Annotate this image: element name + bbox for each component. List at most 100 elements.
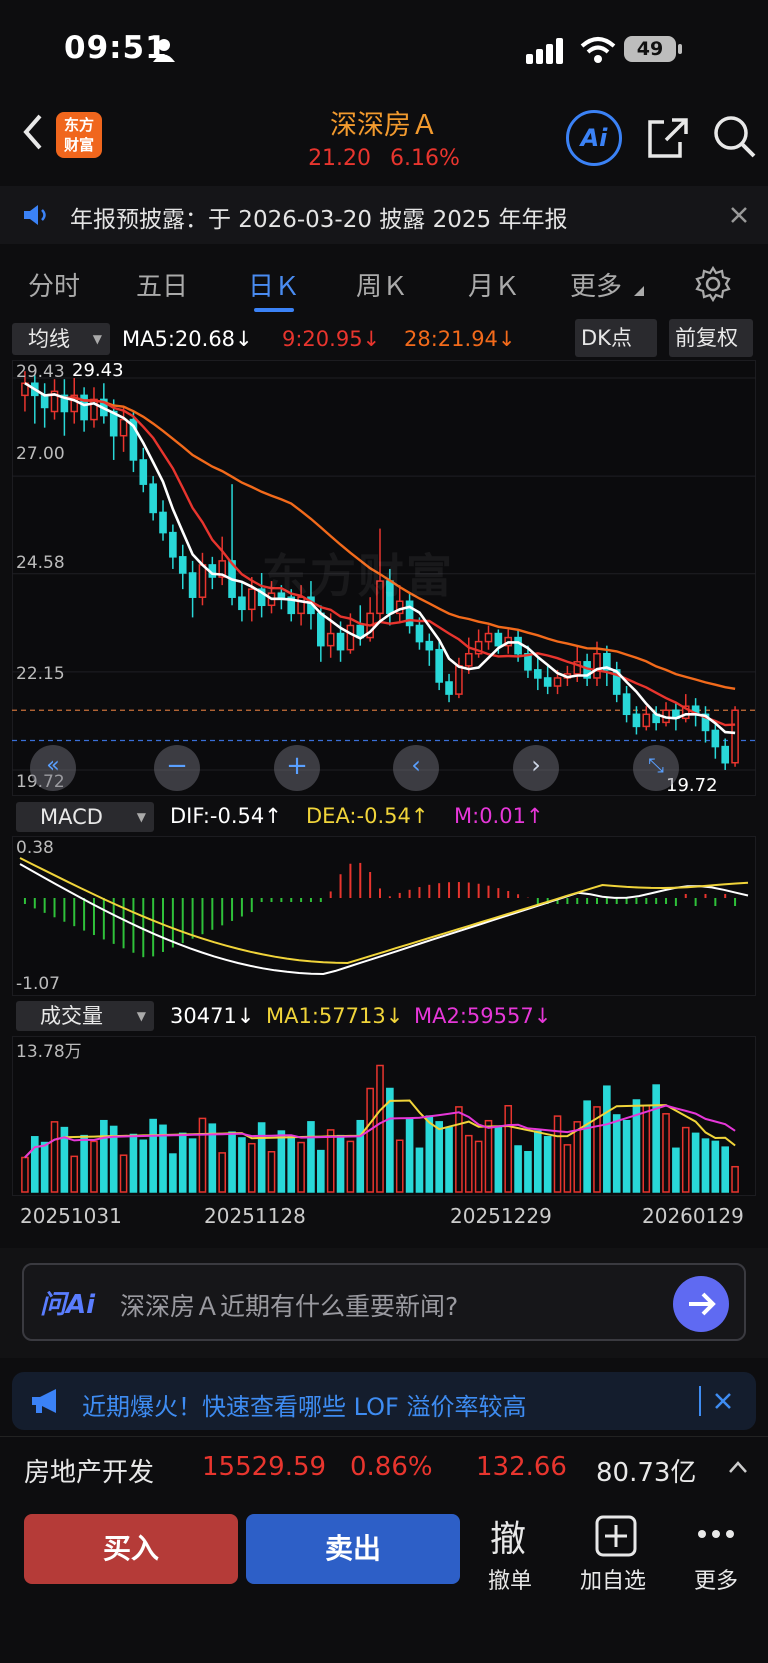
add-watchlist-label[interactable]: 加自选: [580, 1563, 646, 1595]
scroll-right-button[interactable]: ›: [513, 745, 559, 791]
macd-y-top: 0.38: [16, 838, 54, 858]
sector-pct: 0.86%: [350, 1452, 433, 1482]
ma28-value: 28:21.94↓: [404, 327, 516, 351]
close-icon[interactable]: [730, 206, 748, 224]
ai-button[interactable]: Ai: [566, 110, 622, 166]
zoom-out-button[interactable]: −: [154, 745, 200, 791]
macd-dea: DEA:-0.54↑: [306, 804, 429, 828]
volume-bar: [287, 1136, 296, 1193]
close-icon[interactable]: [714, 1392, 732, 1410]
volume-bar: [395, 1139, 404, 1193]
buy-button[interactable]: 买入: [24, 1514, 238, 1584]
candle-body: [484, 632, 493, 643]
ask-ai-input[interactable]: 深深房Ａ近期有什么重要新闻?: [120, 1287, 458, 1323]
zoom-in-button[interactable]: +: [274, 745, 320, 791]
cancel-order-label[interactable]: 撤单: [488, 1563, 532, 1595]
volume-bar: [612, 1114, 621, 1193]
candle-body: [159, 511, 167, 534]
volume-bar: [346, 1140, 355, 1193]
dropdown-arrow-icon: ▼: [136, 810, 146, 824]
chevron-left-icon: ‹: [411, 751, 421, 779]
more-label[interactable]: 更多: [694, 1563, 738, 1595]
stock-change-pct: 6.16%: [390, 146, 460, 171]
tab-daily-k[interactable]: 日Ｋ: [248, 266, 300, 303]
volume-bar: [691, 1132, 700, 1193]
y-label-3: 24.58: [16, 553, 65, 573]
dk-point-button[interactable]: DK点: [575, 319, 657, 357]
volume-bar: [169, 1153, 177, 1193]
volume-bar: [228, 1131, 236, 1193]
volume-bar: [464, 1134, 473, 1193]
volume-bar: [553, 1115, 562, 1193]
volume-bar: [238, 1137, 246, 1193]
sell-button[interactable]: 卖出: [246, 1514, 460, 1584]
settings-icon[interactable]: [695, 266, 731, 302]
volume-bar: [681, 1126, 690, 1193]
volume-bar: [149, 1118, 157, 1193]
ma5-value: MA5:20.68↓: [122, 327, 253, 351]
volume-bar: [563, 1144, 572, 1193]
search-icon[interactable]: [712, 114, 758, 160]
volume-bar: [425, 1115, 434, 1193]
volume-bar: [415, 1147, 424, 1193]
sector-amount: 80.73亿: [596, 1458, 697, 1488]
fullscreen-button[interactable]: ⤡: [633, 745, 679, 791]
candle-body: [711, 729, 720, 748]
volume-bar: [317, 1149, 325, 1193]
volume-bar: [218, 1152, 226, 1193]
volume-bar: [445, 1126, 453, 1193]
volume-bar: [662, 1113, 670, 1193]
cancel-order-icon[interactable]: 撤: [490, 1510, 526, 1562]
volume-select[interactable]: 成交量 ▼: [16, 1001, 154, 1031]
macd-svg: [19, 857, 749, 976]
candle-body: [543, 677, 552, 687]
macd-select[interactable]: MACD ▼: [16, 802, 154, 832]
add-watchlist-icon[interactable]: [594, 1514, 638, 1558]
candle-body: [553, 677, 562, 687]
ma9-value: 9:20.95↓: [282, 327, 381, 351]
volume-bar: [336, 1134, 345, 1193]
tab-five-day[interactable]: 五日: [136, 266, 188, 303]
volume-bar: [366, 1087, 374, 1193]
candle-body: [534, 669, 542, 679]
chevron-up-icon[interactable]: [728, 1460, 748, 1474]
speaker-icon: [24, 205, 46, 225]
promo-text: 近期爆火！快速查看哪些 LOF 溢价率较高: [82, 1393, 527, 1421]
tab-intraday[interactable]: 分时: [28, 266, 80, 303]
tab-monthly-k[interactable]: 月Ｋ: [468, 266, 520, 303]
candle-body: [445, 681, 453, 695]
ask-ai-send-button[interactable]: [673, 1276, 729, 1332]
megaphone-icon: [32, 1389, 56, 1413]
active-tab-indicator: [254, 308, 294, 312]
adjust-button[interactable]: 前复权: [669, 319, 753, 357]
tab-more[interactable]: 更多: [570, 266, 622, 303]
volume-bar: [731, 1165, 739, 1193]
scroll-left-button[interactable]: ‹: [393, 745, 439, 791]
candle-body: [731, 709, 739, 764]
volume-bar: [711, 1140, 720, 1193]
candle-body: [317, 612, 325, 647]
indicator-select[interactable]: 均线 ▼: [12, 323, 110, 355]
share-icon[interactable]: [646, 116, 690, 160]
volume-bar: [277, 1130, 286, 1193]
volume-bar: [405, 1118, 414, 1193]
volume-bar: [119, 1154, 128, 1193]
volume-bar: [198, 1117, 207, 1193]
volume-bar: [435, 1121, 443, 1193]
candle-body: [346, 624, 355, 651]
candle-body: [149, 483, 157, 514]
tab-weekly-k[interactable]: 周Ｋ: [356, 266, 408, 303]
scroll-left-fast-button[interactable]: «: [30, 745, 76, 791]
battery-level: 49: [636, 38, 664, 60]
volume-bar: [80, 1134, 88, 1193]
stock-price: 21.20: [308, 146, 372, 171]
candle-body: [139, 459, 148, 485]
sector-name: 房地产开发: [24, 1458, 155, 1488]
volume-y-top: 13.78万: [16, 1042, 82, 1062]
volume-ma1: MA1:57713↓: [266, 1004, 404, 1028]
candle-body: [178, 556, 187, 574]
more-dots-icon[interactable]: [696, 1528, 736, 1540]
expand-icon: ⤡: [648, 753, 664, 777]
battery-icon: 49: [624, 36, 676, 62]
candle-body: [721, 745, 730, 764]
